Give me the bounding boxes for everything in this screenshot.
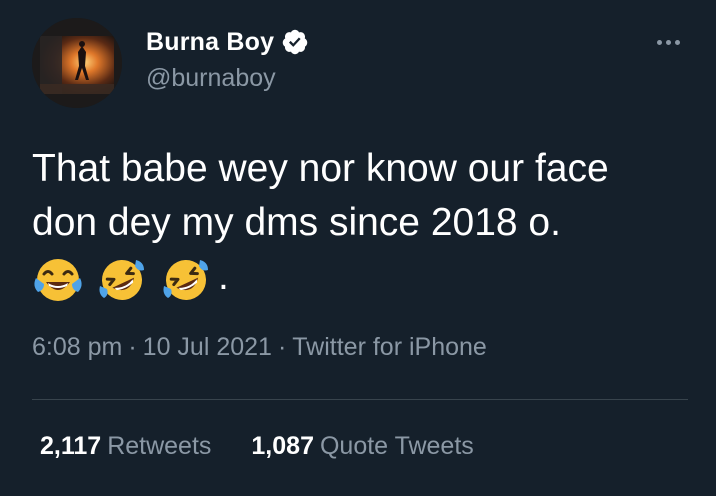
- quote-tweets-stat[interactable]: 1,087 Quote Tweets: [251, 432, 473, 461]
- avatar[interactable]: [32, 18, 122, 108]
- tweet-text-line-1: That babe wey nor know our face: [32, 147, 609, 190]
- quote-tweets-count: 1,087: [251, 432, 314, 460]
- verified-badge-icon: [281, 28, 309, 56]
- tweet-date[interactable]: 10 Jul 2021: [143, 333, 272, 361]
- tweet-meta: 6:08 pm · 10 Jul 2021 · Twitter for iPhone: [32, 333, 487, 362]
- emoji-line: .: [32, 250, 692, 304]
- user-handle[interactable]: @burnaboy: [146, 64, 276, 93]
- divider: [32, 399, 688, 400]
- meta-separator: ·: [128, 333, 137, 361]
- tweet-stats: 2,117 Retweets 1,087 Quote Tweets: [40, 432, 474, 461]
- tweet-text-trailing: .: [218, 255, 229, 298]
- retweets-count: 2,117: [40, 432, 102, 460]
- tweet-card: Burna Boy @burnaboy That babe wey nor kn…: [0, 0, 716, 496]
- retweets-stat[interactable]: 2,117 Retweets: [40, 432, 211, 461]
- face-with-tears-of-joy-icon: [32, 256, 84, 304]
- name-row: Burna Boy: [146, 26, 309, 58]
- display-name[interactable]: Burna Boy: [146, 28, 274, 57]
- more-options-icon[interactable]: [653, 36, 684, 49]
- retweets-label: Retweets: [107, 432, 212, 460]
- meta-separator: ·: [277, 333, 287, 361]
- tweet-text: That babe wey nor know our face don dey …: [32, 142, 692, 304]
- tweet-text-line-2: don dey my dms since 2018 o.: [32, 201, 561, 244]
- rolling-on-the-floor-laughing-icon: [160, 256, 212, 304]
- rolling-on-the-floor-laughing-icon: [96, 256, 148, 304]
- tweet-time[interactable]: 6:08 pm: [32, 333, 122, 361]
- tweet-source-link[interactable]: Twitter for iPhone: [292, 333, 487, 361]
- quote-tweets-label: Quote Tweets: [319, 432, 474, 460]
